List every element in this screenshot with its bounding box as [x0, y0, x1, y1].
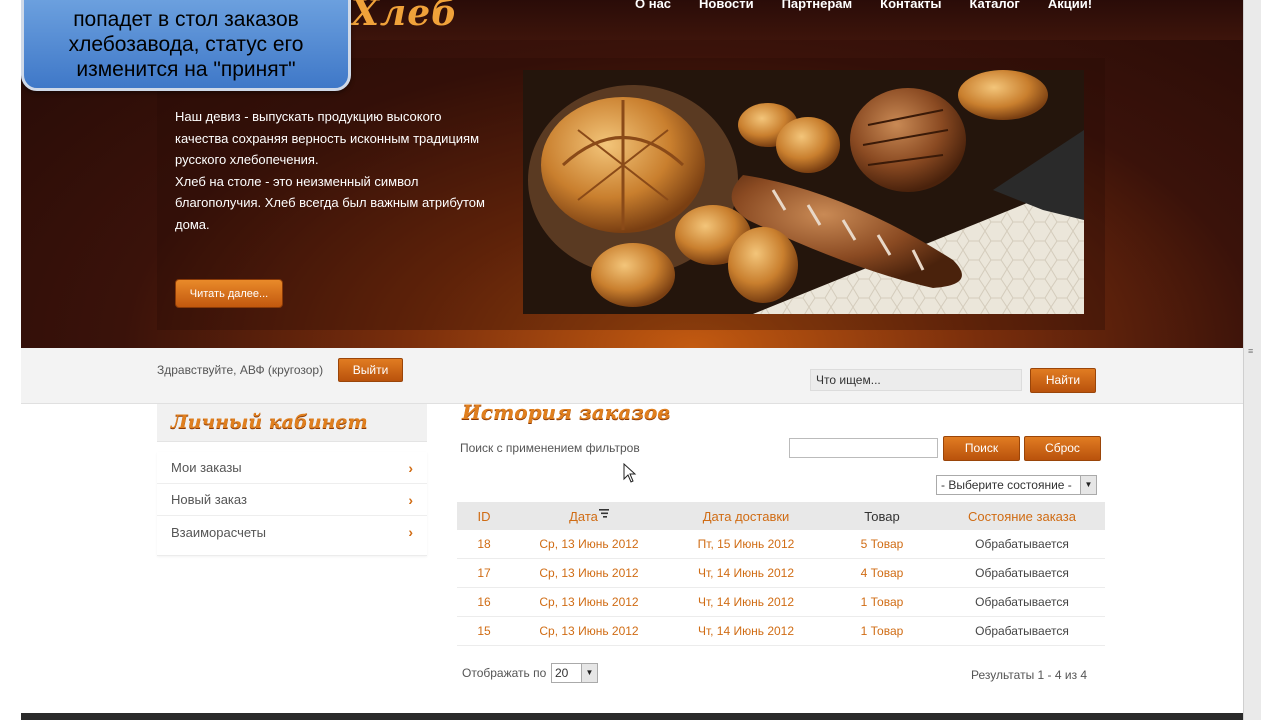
hero-bread-photo: [523, 70, 1084, 314]
site-search-button[interactable]: Найти: [1030, 368, 1096, 393]
table-row: 15 Ср, 13 Июнь 2012 Чт, 14 Июнь 2012 1 Т…: [457, 617, 1105, 646]
state-select[interactable]: - Выберите состояние - ▼: [936, 475, 1097, 495]
nav-about[interactable]: О нас: [621, 0, 685, 11]
sidebar-title: Личный кабинет: [157, 404, 427, 442]
page: Хлеб О нас Новости Партнерам Контакты Ка…: [21, 0, 1243, 720]
motto-paragraph-2: Хлеб на столе - это неизменный символ бл…: [175, 173, 485, 232]
sidebar-item-settlements[interactable]: Взаиморасчеты ›: [157, 516, 427, 548]
cell-state: Обрабатывается: [975, 537, 1069, 551]
nav-partners[interactable]: Партнерам: [768, 0, 867, 11]
cell-date[interactable]: Ср, 13 Июнь 2012: [511, 566, 667, 580]
main-nav: О нас Новости Партнерам Контакты Каталог…: [621, 0, 1106, 11]
table-row: 18 Ср, 13 Июнь 2012 Пт, 15 Июнь 2012 5 Т…: [457, 530, 1105, 559]
left-margin: [0, 0, 21, 720]
cell-id[interactable]: 16: [457, 595, 511, 609]
chevron-right-icon: ›: [408, 491, 413, 508]
cell-goods[interactable]: 5 Товар: [825, 537, 939, 551]
cell-id[interactable]: 18: [457, 537, 511, 551]
cell-goods[interactable]: 1 Товар: [825, 595, 939, 609]
tutorial-callout: попадет в стол заказов хлебозавода, стат…: [21, 0, 351, 91]
filter-input[interactable]: [789, 438, 938, 458]
sort-icon: [598, 508, 609, 518]
cell-goods[interactable]: 1 Товар: [825, 624, 939, 638]
table-row: 17 Ср, 13 Июнь 2012 Чт, 14 Июнь 2012 4 Т…: [457, 559, 1105, 588]
motto-paragraph-1: Наш девиз - выпускать продукцию высокого…: [175, 109, 480, 167]
nav-contacts[interactable]: Контакты: [866, 0, 955, 11]
sidebar-item-label: Мои заказы: [171, 460, 242, 475]
cell-delivery[interactable]: Чт, 14 Июнь 2012: [667, 595, 825, 609]
orders-table: ID Дата Дата доставки Товар Состояние за…: [457, 502, 1105, 646]
cell-delivery[interactable]: Чт, 14 Июнь 2012: [667, 566, 825, 580]
chevron-right-icon: ›: [408, 524, 413, 540]
column-date[interactable]: Дата: [511, 508, 667, 524]
sidebar-item-my-orders[interactable]: Мои заказы ›: [157, 452, 427, 484]
filter-label: Поиск с применением фильтров: [460, 441, 640, 455]
sidebar-item-new-order[interactable]: Новый заказ ›: [157, 484, 427, 516]
browser-scrollbar[interactable]: ≡: [1243, 0, 1261, 720]
per-page-select[interactable]: 20 ▼: [551, 663, 598, 683]
site-logo[interactable]: Хлеб: [351, 0, 458, 34]
read-more-button[interactable]: Читать далее...: [175, 279, 283, 308]
chevron-down-icon: ▼: [581, 664, 597, 682]
results-count: Результаты 1 - 4 из 4: [971, 668, 1088, 682]
hero-motto: Наш девиз - выпускать продукцию высокого…: [175, 106, 485, 235]
cell-delivery[interactable]: Чт, 14 Июнь 2012: [667, 624, 825, 638]
nav-promos[interactable]: Акции!: [1034, 0, 1106, 11]
cell-delivery[interactable]: Пт, 15 Июнь 2012: [667, 537, 825, 551]
per-page-label: Отображать по: [462, 666, 547, 680]
filter-search-button[interactable]: Поиск: [943, 436, 1020, 461]
sidebar-item-label: Взаиморасчеты: [171, 524, 266, 540]
table-row: 16 Ср, 13 Июнь 2012 Чт, 14 Июнь 2012 1 Т…: [457, 588, 1105, 617]
column-state[interactable]: Состояние заказа: [939, 509, 1105, 524]
site-search-input[interactable]: [810, 369, 1022, 391]
column-id[interactable]: ID: [457, 509, 511, 524]
orders-table-header: ID Дата Дата доставки Товар Состояние за…: [457, 502, 1105, 530]
scrollbar-grip-icon: ≡: [1248, 346, 1254, 356]
orders-title: История заказов: [462, 400, 671, 424]
state-select-value: - Выберите состояние -: [941, 478, 1072, 492]
page-footer: [21, 713, 1243, 720]
sidebar-menu: Мои заказы › Новый заказ › Взаиморасчеты…: [157, 452, 427, 556]
per-page-value: 20: [555, 666, 569, 680]
cell-goods[interactable]: 4 Товар: [825, 566, 939, 580]
cell-date[interactable]: Ср, 13 Июнь 2012: [511, 595, 667, 609]
cell-state: Обрабатывается: [975, 624, 1069, 638]
logout-button[interactable]: Выйти: [338, 358, 403, 382]
chevron-right-icon: ›: [408, 459, 413, 476]
cell-state: Обрабатывается: [975, 595, 1069, 609]
filter-reset-button[interactable]: Сброс: [1024, 436, 1101, 461]
right-margin: [1261, 0, 1280, 720]
user-greeting: Здравствуйте, АВФ (кругозор): [157, 363, 324, 377]
cell-id[interactable]: 15: [457, 624, 511, 638]
cell-date[interactable]: Ср, 13 Июнь 2012: [511, 624, 667, 638]
column-goods: Товар: [864, 508, 900, 524]
column-date-label: Дата: [569, 508, 598, 524]
cell-state: Обрабатывается: [975, 566, 1069, 580]
sidebar-item-label: Новый заказ: [171, 492, 247, 507]
column-delivery-date[interactable]: Дата доставки: [667, 509, 825, 524]
bread-illustration: [523, 70, 1084, 314]
nav-catalog[interactable]: Каталог: [955, 0, 1033, 11]
mouse-cursor-icon: [623, 463, 637, 483]
user-bar: Здравствуйте, АВФ (кругозор) Выйти Найти: [21, 348, 1243, 404]
nav-news[interactable]: Новости: [685, 0, 768, 11]
chevron-down-icon: ▼: [1080, 476, 1096, 494]
cell-date[interactable]: Ср, 13 Июнь 2012: [511, 537, 667, 551]
cell-id[interactable]: 17: [457, 566, 511, 580]
